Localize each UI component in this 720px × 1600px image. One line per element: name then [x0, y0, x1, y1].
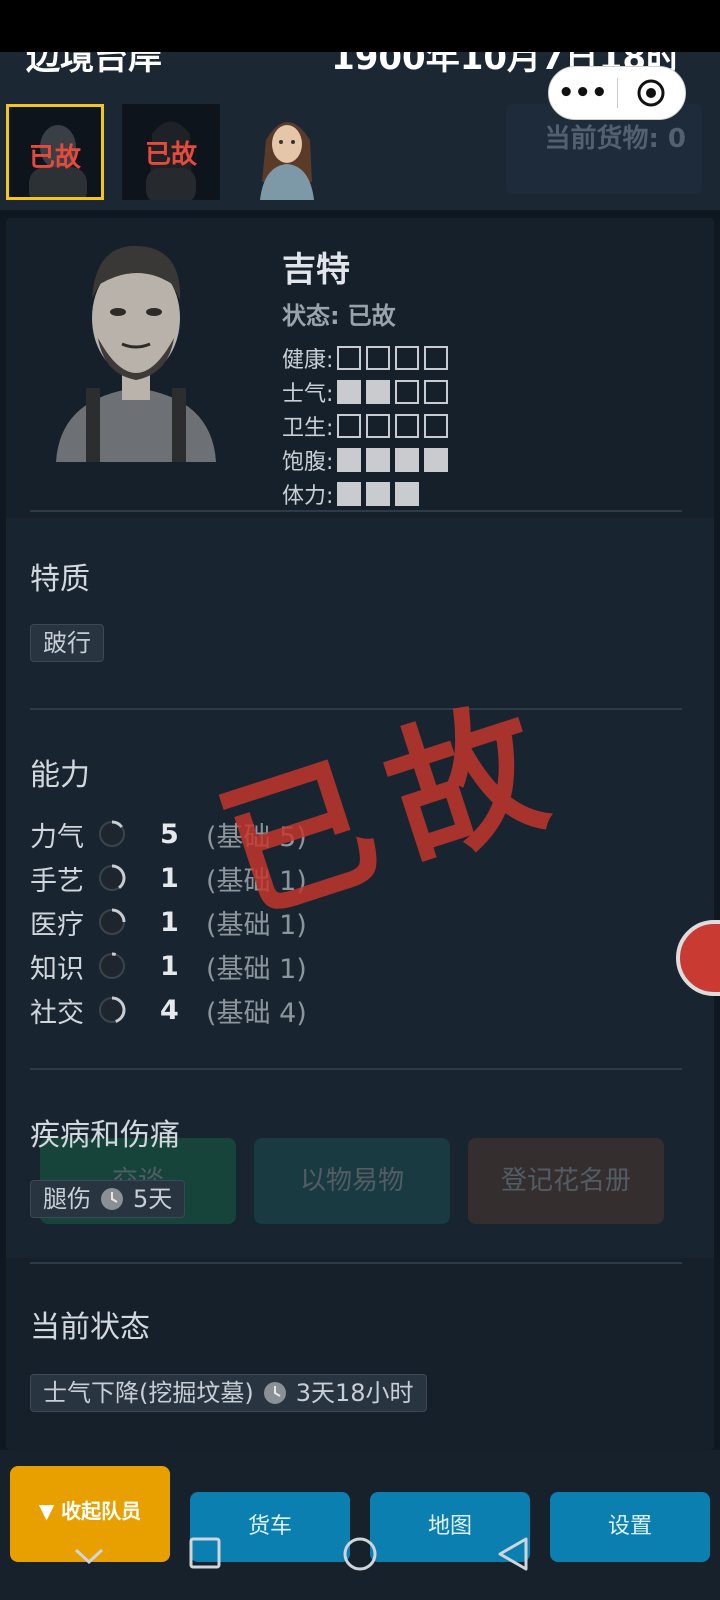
state-tag: 士气下降(挖掘坟墓) 3天18小时 [30, 1374, 427, 1412]
goods-title: 当前货物: 0 [544, 124, 686, 154]
ability-value: 1 [160, 950, 179, 982]
traits-title: 特质 [30, 562, 90, 597]
barter-button-faded: 以物易物 [254, 1138, 450, 1224]
stat-morale: 士气: [282, 376, 453, 408]
stat-satiety: 饱腹: [282, 444, 453, 476]
ability-value: 1 [160, 906, 179, 938]
ability-dial-icon [99, 864, 126, 891]
stat-pip-empty [366, 414, 391, 438]
trait-tag: 跛行 [30, 624, 104, 662]
ability-medical: 医疗 1 (基础 1) [30, 902, 307, 942]
stat-label: 体力: [282, 484, 334, 509]
location-title: 边境台岸 [26, 52, 162, 78]
abilities-title: 能力 [30, 758, 90, 793]
back-icon[interactable] [496, 1536, 530, 1572]
clock-icon [263, 1382, 286, 1404]
ability-strength: 力气 5 (基础 5) [30, 814, 307, 854]
ability-social: 社交 4 (基础 4) [30, 990, 307, 1030]
stat-pips [337, 346, 453, 370]
roster-member-3[interactable] [238, 104, 336, 200]
stat-pip-empty [337, 346, 362, 370]
stat-label: 健康: [282, 348, 334, 373]
ability-value: 1 [160, 862, 179, 894]
stat-hygiene: 卫生: [282, 410, 453, 442]
injury-name: 腿伤 [43, 1185, 91, 1213]
ability-value: 4 [160, 994, 179, 1026]
ability-base: (基础 1) [206, 953, 307, 985]
stat-pips [337, 414, 453, 438]
roster-member-2[interactable]: 已故 [122, 104, 220, 200]
ability-craft: 手艺 1 (基础 1) [30, 858, 307, 898]
ability-base: (基础 4) [206, 997, 307, 1029]
ability-dial-icon [99, 908, 126, 935]
stat-pip-empty [395, 414, 420, 438]
ability-knowledge: 知识 1 (基础 1) [30, 946, 307, 986]
stat-pip-filled [366, 380, 391, 404]
recent-apps-icon[interactable] [188, 1536, 222, 1570]
stat-pips [337, 482, 424, 506]
stat-pip-filled [424, 448, 449, 472]
stat-label: 饱腹: [282, 450, 334, 475]
divider [30, 1262, 682, 1264]
state-effect-name: 士气下降(挖掘坟墓) [43, 1379, 254, 1407]
current-state-title: 当前状态 [30, 1310, 150, 1345]
state-value: 已故 [347, 302, 396, 330]
character-name: 吉特 [282, 250, 350, 290]
injury-duration: 5天 [133, 1185, 173, 1213]
divider [30, 1068, 682, 1070]
more-dots-icon[interactable]: ••• [549, 66, 617, 120]
state-effect-duration: 3天18小时 [295, 1379, 414, 1407]
stat-pip-filled [395, 482, 420, 506]
injuries-title: 疾病和伤痛 [30, 1118, 180, 1153]
stat-pip-empty [366, 346, 391, 370]
stat-pip-empty [337, 414, 362, 438]
home-icon[interactable] [342, 1536, 378, 1572]
trait-label: 跛行 [43, 629, 91, 657]
stat-pip-empty [424, 346, 449, 370]
stat-pip-filled [337, 380, 362, 404]
roster-status-2: 已故 [144, 140, 197, 170]
stat-pip-empty [424, 380, 449, 404]
portrait-thumb-3 [260, 122, 314, 200]
ability-name: 社交 [30, 997, 84, 1029]
target-icon[interactable] [618, 78, 686, 108]
ability-name: 医疗 [30, 909, 84, 941]
state-label: 状态: [282, 302, 340, 330]
ability-name: 手艺 [30, 865, 84, 897]
chevron-down-icon[interactable] [72, 1546, 106, 1566]
clock-icon [101, 1188, 123, 1210]
stat-pip-empty [424, 414, 449, 438]
character-state: 状态: 已故 [282, 296, 396, 331]
roster-status-1: 已故 [28, 143, 81, 173]
register-button-faded: 登记花名册 [468, 1138, 664, 1224]
stat-pips [337, 448, 453, 472]
stat-pip-filled [395, 448, 420, 472]
stat-label: 士气: [282, 382, 334, 407]
system-nav-bar [0, 1518, 720, 1600]
ability-dial-icon [99, 996, 126, 1023]
stat-label: 卫生: [282, 416, 334, 441]
stat-pip-empty [395, 380, 420, 404]
roster-member-1[interactable]: 已故 [6, 104, 104, 200]
character-portrait [56, 245, 216, 462]
stat-pip-filled [337, 482, 362, 506]
stat-pip-filled [366, 482, 391, 506]
divider [30, 510, 682, 512]
ability-dial-icon [99, 952, 125, 979]
mini-program-capsule: ••• [548, 66, 686, 120]
injury-tag: 腿伤 5天 [30, 1180, 186, 1218]
stat-health: 健康: [282, 342, 453, 374]
stat-pip-filled [366, 448, 391, 472]
ability-name: 力气 [30, 821, 84, 853]
character-panel: 交谈 以物易物 登记花名册 吉特 状态:已故 健康: 士气: 卫生: 饱腹: 体… [6, 218, 714, 1450]
stat-pip-empty [395, 346, 420, 370]
ability-name: 知识 [30, 953, 84, 985]
stat-pip-filled [337, 448, 362, 472]
stat-pips [337, 380, 453, 404]
ability-dial-icon [99, 820, 125, 847]
stat-stamina: 体力: [282, 478, 424, 510]
ability-value: 5 [160, 818, 179, 850]
status-bar [0, 0, 720, 52]
